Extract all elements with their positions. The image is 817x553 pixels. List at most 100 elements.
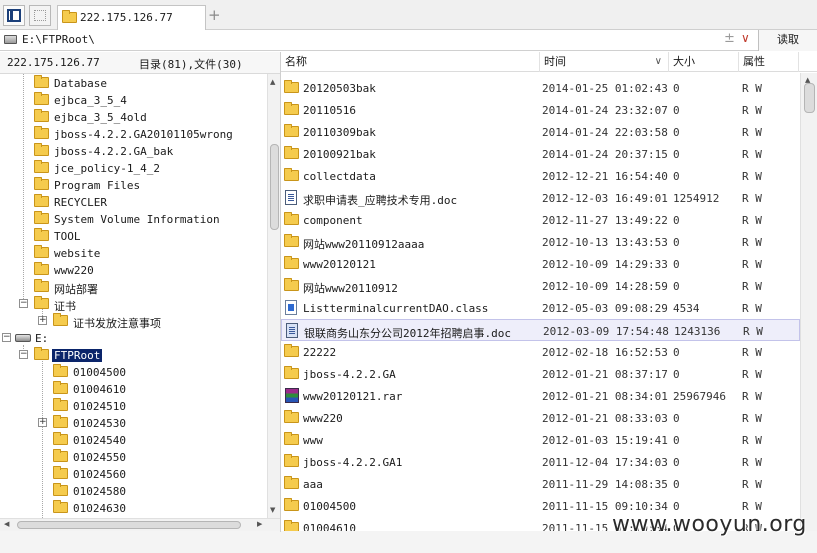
scroll-up-arrow-icon[interactable]: ▲	[270, 78, 275, 86]
tree-item-label: FTPRoot	[50, 348, 104, 363]
tree-expand-toggle[interactable]	[38, 316, 47, 325]
folder-icon	[53, 364, 68, 377]
tab-connection[interactable]: 222.175.126.77	[57, 5, 206, 30]
tree-horizontal-scrollbar[interactable]: ◀ ▶	[0, 518, 280, 531]
column-header-name[interactable]: 名称	[281, 52, 540, 72]
tree-expand-toggle[interactable]	[38, 418, 47, 427]
file-row-selected[interactable]: 银联商务山东分公司2012年招聘启事.doc 2012-03-09 17:54:4…	[281, 319, 800, 341]
file-row[interactable]: 20120503bak 2014-01-25 01:02:43 0 R W	[281, 77, 800, 99]
scroll-down-arrow-icon[interactable]: ▼	[270, 506, 275, 514]
folder-icon	[53, 432, 68, 445]
file-row[interactable]: 20110309bak 2014-01-24 22:03:58 0 R W	[281, 121, 800, 143]
folder-icon	[284, 344, 299, 357]
file-size: 0	[673, 170, 680, 183]
address-dropdown-icon[interactable]: ∨	[741, 31, 750, 45]
file-name: jboss-4.2.2.GA1	[303, 456, 403, 469]
panel-toggle-button[interactable]	[3, 5, 25, 26]
scroll-left-arrow-icon[interactable]: ◀	[4, 520, 9, 528]
rar-archive-icon	[285, 388, 299, 403]
file-name: 20120503bak	[303, 82, 376, 95]
tree-item-label: 01024550	[73, 451, 126, 464]
bookmark-toggle-icon[interactable]: ±	[724, 31, 735, 46]
file-row[interactable]: collectdata 2012-12-21 16:54:40 0 R W	[281, 165, 800, 187]
column-header-attr[interactable]: 属性	[739, 52, 799, 72]
file-size: 1243136	[674, 325, 721, 338]
scroll-right-arrow-icon[interactable]: ▶	[257, 520, 262, 528]
file-row[interactable]: www 2012-01-03 15:19:41 0 R W	[281, 429, 800, 451]
file-row[interactable]: ListterminalcurrentDAO.class 2012-05-03 0…	[281, 297, 800, 319]
file-size: 0	[673, 368, 680, 381]
file-row[interactable]: 求职申请表_应聘技术专用.doc 2012-12-03 16:49:01 12549…	[281, 187, 800, 209]
file-name: www220	[303, 412, 343, 425]
dotted-box-icon	[34, 10, 46, 21]
select-toggle-button[interactable]	[29, 5, 51, 26]
class-file-icon	[285, 300, 297, 315]
item-counts: 目录(81),文件(30)	[139, 58, 243, 71]
file-size: 0	[673, 82, 680, 95]
folder-icon	[284, 256, 299, 269]
tree-collapse-toggle[interactable]	[2, 333, 11, 342]
file-name: aaa	[303, 478, 323, 491]
file-name: 01004610	[303, 522, 356, 531]
file-row[interactable]: component 2012-11-27 13:49:22 0 R W	[281, 209, 800, 231]
tree-item-label: System Volume Information	[54, 213, 220, 226]
file-row[interactable]: jboss-4.2.2.GA 2012-01-21 08:37:17 0 R W	[281, 363, 800, 385]
tree-connector	[23, 74, 24, 303]
scroll-thumb[interactable]	[804, 83, 815, 113]
folder-icon	[284, 124, 299, 137]
file-attr: R W	[742, 214, 762, 227]
tree-item-label: jboss-4.2.2.GA_bak	[54, 145, 174, 158]
folder-tree[interactable]: Database ejbca_3_5_4 ejbca_3_5_4old jbos…	[0, 74, 267, 518]
tree-item-label: jce_policy-1_4_2	[54, 162, 160, 175]
file-list[interactable]: 20120503bak 2014-01-25 01:02:43 0 R W 20110…	[281, 73, 800, 531]
folder-icon	[62, 10, 77, 23]
file-time: 2012-03-09 17:54:48	[543, 325, 669, 338]
file-time: 2014-01-24 20:37:15	[542, 148, 668, 161]
tree-item-label: 网站部署	[54, 283, 98, 296]
folder-icon	[34, 194, 49, 207]
file-row[interactable]: www220 2012-01-21 08:33:03 0 R W	[281, 407, 800, 429]
file-size: 0	[673, 478, 680, 491]
scroll-thumb[interactable]	[270, 144, 279, 230]
file-row[interactable]: 网站www20110912 2012-10-09 14:28:59 0 R W	[281, 275, 800, 297]
read-button[interactable]: 读取	[758, 30, 817, 51]
file-row[interactable]: 20110516 2014-01-24 23:32:07 0 R W	[281, 99, 800, 121]
folder-icon	[53, 500, 68, 513]
tree-collapse-toggle[interactable]	[19, 350, 28, 359]
folder-icon	[284, 520, 299, 531]
folder-icon	[34, 109, 49, 122]
file-row[interactable]: 22222 2012-02-18 16:52:53 0 R W	[281, 341, 800, 363]
tree-collapse-toggle[interactable]	[19, 299, 28, 308]
file-size: 4534	[673, 302, 700, 315]
file-size: 0	[673, 214, 680, 227]
file-row[interactable]: www20120121 2012-10-09 14:29:33 0 R W	[281, 253, 800, 275]
folder-icon	[284, 432, 299, 445]
folder-icon	[34, 92, 49, 105]
word-document-icon	[286, 323, 298, 338]
file-time: 2014-01-25 01:02:43	[542, 82, 668, 95]
file-name: 网站www20110912	[303, 282, 398, 295]
tree-item-label: ejbca_3_5_4	[54, 94, 127, 107]
add-tab-button[interactable]: +	[208, 6, 221, 24]
file-attr: R W	[742, 302, 762, 315]
folder-icon	[284, 498, 299, 511]
file-row[interactable]: 网站www20110912aaaa 2012-10-13 13:43:53 0 R W	[281, 231, 800, 253]
folder-icon	[34, 262, 49, 275]
folder-icon	[34, 279, 49, 292]
tree-item-label: ejbca_3_5_4old	[54, 111, 147, 124]
file-row[interactable]: aaa 2011-11-29 14:08:35 0 R W	[281, 473, 800, 495]
column-header-size[interactable]: 大小	[669, 52, 739, 72]
folder-icon	[53, 466, 68, 479]
file-row[interactable]: www20120121.rar 2012-01-21 08:34:01 259679…	[281, 385, 800, 407]
file-list-scrollbar[interactable]: ▲	[800, 73, 817, 531]
file-name: ListterminalcurrentDAO.class	[303, 302, 489, 315]
file-name: 01004500	[303, 500, 356, 513]
tree-vertical-scrollbar[interactable]: ▲ ▼	[267, 74, 280, 518]
file-name: 22222	[303, 346, 337, 359]
file-row[interactable]: jboss-4.2.2.GA1 2011-12-04 17:34:03 0 R W	[281, 451, 800, 473]
file-row[interactable]: 20100921bak 2014-01-24 20:37:15 0 R W	[281, 143, 800, 165]
address-input[interactable]: E:\FTPRoot\	[22, 33, 95, 46]
scroll-thumb[interactable]	[17, 521, 241, 529]
column-header-time[interactable]: 时间 ∨	[540, 52, 669, 72]
folder-icon	[53, 483, 68, 496]
